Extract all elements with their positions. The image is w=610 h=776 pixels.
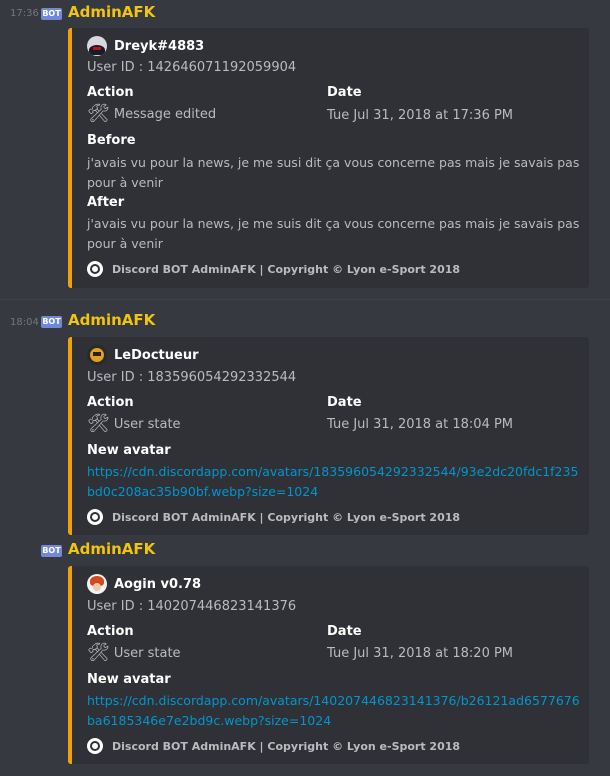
embed-user-name: Aogin v0.78 (114, 576, 202, 592)
user-id: User ID : 140207446823141376 (87, 599, 297, 614)
embed-author: Dreyk#4883 (87, 36, 204, 56)
embed: Aogin v0.78 User ID : 140207446823141376… (68, 566, 589, 764)
embed: LeDoctueur User ID : 183596054292332544 … (68, 337, 589, 535)
action-value: 🛠 Message edited (87, 105, 216, 123)
date-value: Tue Jul 31, 2018 at 17:36 PM (327, 108, 514, 123)
footer-text: Discord BOT AdminAFK | Copyright © Lyon … (112, 262, 461, 276)
hammer-and-wrench-icon: 🛠 (87, 413, 110, 434)
action-label: Action (87, 85, 134, 100)
footer-text: Discord BOT AdminAFK | Copyright © Lyon … (112, 510, 461, 524)
author-name[interactable]: AdminAFK (68, 311, 155, 329)
date-label: Date (327, 85, 362, 100)
user-id: User ID : 142646071192059904 (87, 60, 297, 75)
bot-logo-icon (87, 738, 103, 754)
embed-footer: Discord BOT AdminAFK | Copyright © Lyon … (87, 261, 460, 277)
bot-tag: BOT (41, 545, 62, 557)
user-avatar[interactable] (87, 345, 107, 365)
embed-author: Aogin v0.78 (87, 574, 201, 594)
action-value: 🛠 User state (87, 644, 181, 662)
bot-tag: BOT (41, 8, 62, 20)
bot-logo-icon (87, 509, 103, 525)
new-avatar-label: New avatar (87, 443, 171, 458)
embed: Dreyk#4883 User ID : 142646071192059904 … (68, 28, 589, 288)
before-label: Before (87, 133, 136, 148)
date-label: Date (327, 624, 362, 639)
action-label: Action (87, 624, 134, 639)
before-text: j'avais vu pour la news, je me susi dit … (87, 155, 580, 190)
action-label: Action (87, 395, 134, 410)
avatar-link[interactable]: https://cdn.discordapp.com/avatars/18359… (87, 464, 578, 499)
embed-footer: Discord BOT AdminAFK | Copyright © Lyon … (87, 509, 460, 525)
embed-author: LeDoctueur (87, 345, 198, 365)
action-value-text: Message edited (113, 106, 217, 122)
new-avatar-label: New avatar (87, 672, 171, 687)
hammer-and-wrench-icon: 🛠 (87, 642, 110, 663)
message-timestamp: 17:36 (10, 8, 39, 19)
date-value: Tue Jul 31, 2018 at 18:04 PM (327, 417, 514, 432)
date-label: Date (327, 395, 362, 410)
user-avatar[interactable] (87, 574, 107, 594)
action-value: 🛠 User state (87, 415, 181, 433)
action-value-text: User state (113, 416, 181, 432)
after-text: j'avais vu pour la news, je me suis dit … (87, 216, 580, 251)
avatar-link[interactable]: https://cdn.discordapp.com/avatars/14020… (87, 693, 580, 728)
embed-user-name: Dreyk#4883 (114, 38, 205, 54)
bot-logo-icon (87, 261, 103, 277)
after-label: After (87, 195, 125, 210)
action-value-text: User state (113, 645, 181, 661)
message-timestamp: 18:04 (10, 317, 39, 328)
author-name[interactable]: AdminAFK (68, 3, 155, 21)
embed-user-name: LeDoctueur (114, 347, 199, 363)
user-avatar[interactable] (87, 36, 107, 56)
hammer-and-wrench-icon: 🛠 (87, 103, 110, 124)
author-name[interactable]: AdminAFK (68, 540, 155, 558)
date-value: Tue Jul 31, 2018 at 18:20 PM (327, 646, 514, 661)
footer-text: Discord BOT AdminAFK | Copyright © Lyon … (112, 739, 461, 753)
user-id: User ID : 183596054292332544 (87, 370, 297, 385)
avatar-link-wrap: https://cdn.discordapp.com/avatars/18359… (87, 462, 582, 502)
embed-footer: Discord BOT AdminAFK | Copyright © Lyon … (87, 738, 460, 754)
bot-tag: BOT (41, 316, 62, 328)
avatar-link-wrap: https://cdn.discordapp.com/avatars/14020… (87, 691, 582, 731)
message-divider (0, 299, 610, 300)
